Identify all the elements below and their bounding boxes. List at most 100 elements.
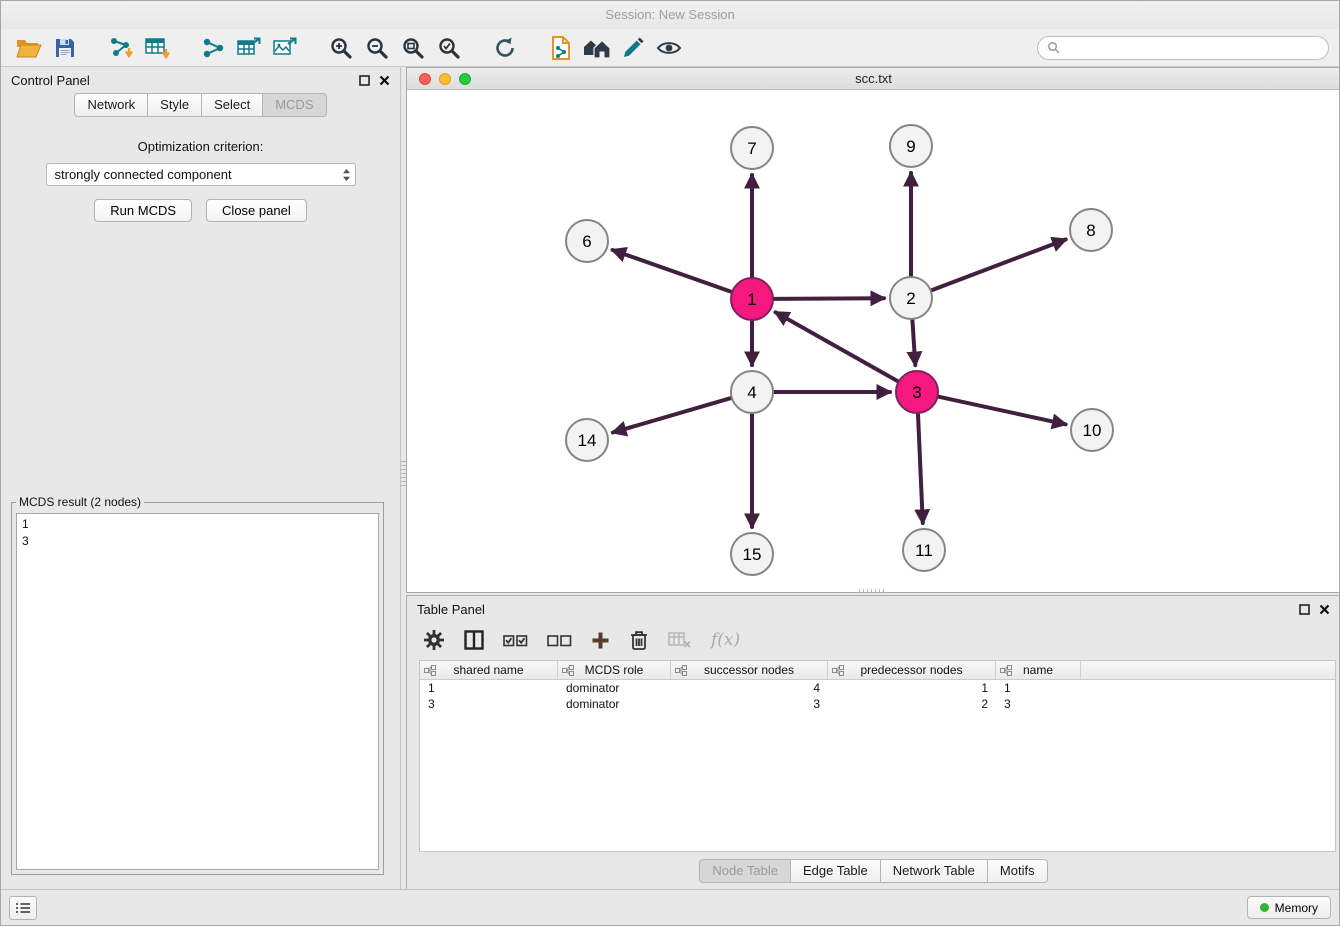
- table-row[interactable]: 3dominator323: [420, 696, 1335, 712]
- zoom-out-button[interactable]: [359, 33, 395, 63]
- column-header-name[interactable]: name: [996, 661, 1081, 679]
- search-input[interactable]: [1066, 40, 1319, 55]
- new-network-button[interactable]: [195, 33, 231, 63]
- graph-node-10[interactable]: 10: [1071, 409, 1113, 451]
- cell-shared_name: 1: [420, 681, 558, 695]
- table-row[interactable]: 1dominator411: [420, 680, 1335, 696]
- graph-node-11[interactable]: 11: [903, 529, 945, 571]
- control-panel-tabs: NetworkStyleSelectMCDS: [1, 93, 400, 117]
- status-menu-button[interactable]: [9, 896, 37, 920]
- mcds-result-list[interactable]: 13: [16, 513, 379, 870]
- select-all-button[interactable]: [503, 633, 528, 648]
- graph-node-8[interactable]: 8: [1070, 209, 1112, 251]
- graph-node-14[interactable]: 14: [566, 419, 608, 461]
- delete-column-button[interactable]: [629, 629, 649, 651]
- graph-node-9[interactable]: 9: [890, 125, 932, 167]
- graph-edge-3-1[interactable]: [776, 312, 898, 381]
- control-panel-header: Control Panel: [1, 67, 400, 93]
- tab-mcds[interactable]: MCDS: [263, 93, 326, 117]
- tab-network-table[interactable]: Network Table: [881, 859, 988, 883]
- zoom-in-button[interactable]: [323, 33, 359, 63]
- import-table-file-button[interactable]: [139, 33, 175, 63]
- close-window-icon[interactable]: [419, 73, 431, 85]
- panel-splitter-grip[interactable]: [401, 461, 406, 487]
- first-neighbors-button[interactable]: [579, 33, 615, 63]
- window-title: Session: New Session: [605, 7, 734, 22]
- image-arrow-icon: [272, 36, 298, 60]
- tab-edge-table[interactable]: Edge Table: [791, 859, 881, 883]
- tab-node-table[interactable]: Node Table: [699, 859, 791, 883]
- table-panel: Table Panel: [406, 595, 1340, 891]
- export-image-button[interactable]: [267, 33, 303, 63]
- apply-layout-button[interactable]: [487, 33, 523, 63]
- close-panel-button[interactable]: Close panel: [206, 199, 307, 222]
- tab-network[interactable]: Network: [74, 93, 148, 117]
- import-network-icon: [108, 36, 134, 60]
- float-table-panel-icon[interactable]: [1299, 604, 1310, 615]
- mcds-result-title: MCDS result (2 nodes): [16, 495, 144, 509]
- table-panel-tabs: Node TableEdge TableNetwork TableMotifs: [407, 859, 1340, 883]
- graph-edge-2-3[interactable]: [912, 320, 915, 365]
- tab-motifs[interactable]: Motifs: [988, 859, 1048, 883]
- graph-edge-1-2[interactable]: [774, 298, 884, 299]
- graph-node-6[interactable]: 6: [566, 220, 608, 262]
- float-panel-icon[interactable]: [359, 75, 370, 86]
- save-floppy-icon: [54, 37, 76, 59]
- criterion-dropdown[interactable]: strongly connected component: [46, 163, 356, 186]
- application-window: Session: New Session: [0, 0, 1340, 926]
- maximize-window-icon[interactable]: [459, 73, 471, 85]
- column-header-predecessor_nodes[interactable]: predecessor nodes: [828, 661, 996, 679]
- graph-edge-4-14[interactable]: [613, 398, 731, 432]
- graph-edge-2-8[interactable]: [932, 240, 1066, 291]
- cell-successor_nodes: 3: [671, 697, 828, 711]
- zoom-fit-button[interactable]: [395, 33, 431, 63]
- tab-style[interactable]: Style: [148, 93, 202, 117]
- delete-table-button[interactable]: [668, 631, 692, 649]
- graph-node-7[interactable]: 7: [731, 127, 773, 169]
- import-network-file-button[interactable]: [103, 33, 139, 63]
- close-panel-icon[interactable]: [379, 75, 390, 86]
- node-table-body: 1dominator4113dominator323: [420, 680, 1335, 712]
- run-mcds-button[interactable]: Run MCDS: [94, 199, 192, 222]
- function-builder-button[interactable]: f(x): [711, 630, 740, 650]
- create-column-button[interactable]: [591, 631, 610, 650]
- node-table: shared nameMCDS rolesuccessor nodesprede…: [419, 660, 1336, 852]
- minimize-window-icon[interactable]: [439, 73, 451, 85]
- graph-node-3[interactable]: 3: [896, 371, 938, 413]
- graph-node-4[interactable]: 4: [731, 371, 773, 413]
- table-settings-button[interactable]: [423, 629, 445, 651]
- column-header-shared_name[interactable]: shared name: [420, 661, 558, 679]
- fx-icon: f(x): [711, 630, 740, 650]
- network-canvas[interactable]: 7 9 6 8 1 2 4 3 14 10 15 11: [407, 90, 1340, 592]
- graph-node-1[interactable]: 1: [731, 278, 773, 320]
- column-header-mcds_role[interactable]: MCDS role: [558, 661, 671, 679]
- graph-node-15[interactable]: 15: [731, 533, 773, 575]
- export-table-button[interactable]: [231, 33, 267, 63]
- memory-button[interactable]: Memory: [1247, 896, 1331, 919]
- close-table-panel-icon[interactable]: [1319, 604, 1330, 615]
- annotations-button[interactable]: [615, 33, 651, 63]
- search-icon: [1047, 41, 1060, 54]
- table-toolbar: f(x): [407, 622, 1340, 658]
- refresh-icon: [493, 36, 517, 60]
- graph-edge-3-11[interactable]: [918, 414, 923, 523]
- show-hide-button[interactable]: [651, 33, 687, 63]
- graph-node-label: 1: [747, 290, 756, 309]
- zoom-selected-button[interactable]: [431, 33, 467, 63]
- search-box[interactable]: [1037, 36, 1329, 60]
- titlebar: Session: New Session: [1, 1, 1339, 29]
- column-header-successor_nodes[interactable]: successor nodes: [671, 661, 828, 679]
- graph-node-2[interactable]: 2: [890, 277, 932, 319]
- network-document-button[interactable]: [543, 33, 579, 63]
- show-columns-button[interactable]: [464, 630, 484, 650]
- node-table-header: shared nameMCDS rolesuccessor nodesprede…: [420, 661, 1335, 680]
- graph-edge-1-6[interactable]: [613, 250, 732, 292]
- open-session-button[interactable]: [11, 33, 47, 63]
- deselect-all-button[interactable]: [547, 633, 572, 648]
- tab-select[interactable]: Select: [202, 93, 263, 117]
- save-session-button[interactable]: [47, 33, 83, 63]
- list-icon: [15, 902, 31, 914]
- graph-edge-3-10[interactable]: [939, 397, 1066, 425]
- window-resize-grip[interactable]: [859, 589, 885, 593]
- graph-node-label: 8: [1086, 221, 1095, 240]
